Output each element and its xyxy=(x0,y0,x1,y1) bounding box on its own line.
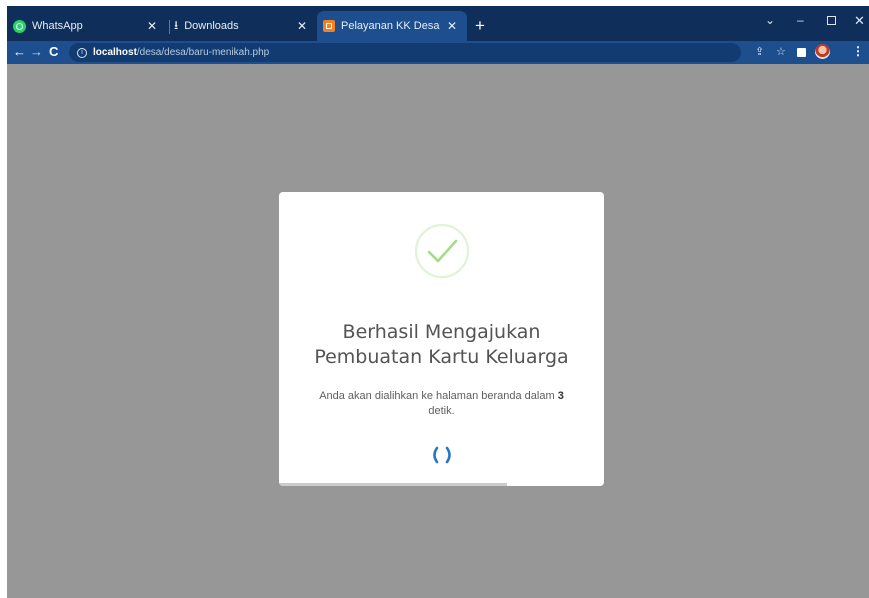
tab-divider xyxy=(169,20,170,34)
minimize-button[interactable]: – xyxy=(797,13,804,27)
dialog-title-line2: Pembuatan Kartu Keluarga xyxy=(314,346,569,368)
close-tab-icon[interactable]: ✕ xyxy=(147,19,157,33)
countdown-value: 3 xyxy=(557,390,564,402)
dialog-message: Anda akan dialihkan ke halaman beranda d… xyxy=(297,389,586,419)
tab-strip: WhatsApp ✕ ⭳ Downloads ✕ Pelayanan KK De… xyxy=(7,6,869,41)
close-window-button[interactable]: ✕ xyxy=(854,13,865,29)
bookmark-star-icon[interactable]: ☆ xyxy=(776,45,786,58)
tab-whatsapp[interactable]: WhatsApp ✕ xyxy=(7,11,167,41)
success-check-icon xyxy=(414,223,470,279)
site-info-icon[interactable]: i xyxy=(77,47,87,58)
tab-pelayanan-kk-desa[interactable]: Pelayanan KK Desa ✕ xyxy=(317,11,467,41)
side-panel-icon[interactable] xyxy=(797,48,806,57)
success-dialog: Berhasil Mengajukan Pembuatan Kartu Kelu… xyxy=(279,192,604,486)
address-bar[interactable]: i localhost /desa/desa/baru-menikah.php xyxy=(69,43,741,62)
url-path: /desa/desa/baru-menikah.php xyxy=(136,47,270,58)
maximize-button[interactable] xyxy=(827,16,836,25)
dialog-title-line1: Berhasil Mengajukan xyxy=(342,321,541,343)
timer-progress-bar xyxy=(279,483,507,486)
forward-button[interactable]: → xyxy=(30,44,43,60)
dialog-title: Berhasil Mengajukan Pembuatan Kartu Kelu… xyxy=(279,320,604,370)
tab-label: Pelayanan KK Desa xyxy=(341,20,440,32)
message-text: Anda akan dialihkan ke halaman beranda d… xyxy=(319,390,558,402)
share-icon[interactable]: ⇪ xyxy=(755,45,764,58)
profile-avatar[interactable] xyxy=(815,44,830,59)
close-tab-icon[interactable]: ✕ xyxy=(447,19,457,33)
timer-progress-track xyxy=(279,483,604,486)
reload-button[interactable]: C xyxy=(49,44,58,60)
back-button[interactable]: ← xyxy=(13,44,26,60)
download-icon: ⭳ xyxy=(174,17,179,32)
close-tab-icon[interactable]: ✕ xyxy=(297,19,307,33)
menu-icon[interactable]: ⋮ xyxy=(852,44,864,58)
url-host: localhost xyxy=(93,47,137,58)
browser-window: WhatsApp ✕ ⭳ Downloads ✕ Pelayanan KK De… xyxy=(7,6,869,598)
site-favicon-icon xyxy=(323,20,335,32)
tab-label: Downloads xyxy=(184,20,239,32)
toolbar: ← → C i localhost /desa/desa/baru-menika… xyxy=(7,41,869,64)
message-unit: detik. xyxy=(428,405,455,417)
whatsapp-icon xyxy=(13,19,26,33)
tab-downloads[interactable]: ⭳ Downloads ✕ xyxy=(172,11,317,41)
tab-search-icon[interactable]: ⌄ xyxy=(765,13,775,27)
tab-label: WhatsApp xyxy=(32,20,83,32)
loading-spinner-icon xyxy=(433,446,451,464)
new-tab-button[interactable]: + xyxy=(475,17,485,34)
